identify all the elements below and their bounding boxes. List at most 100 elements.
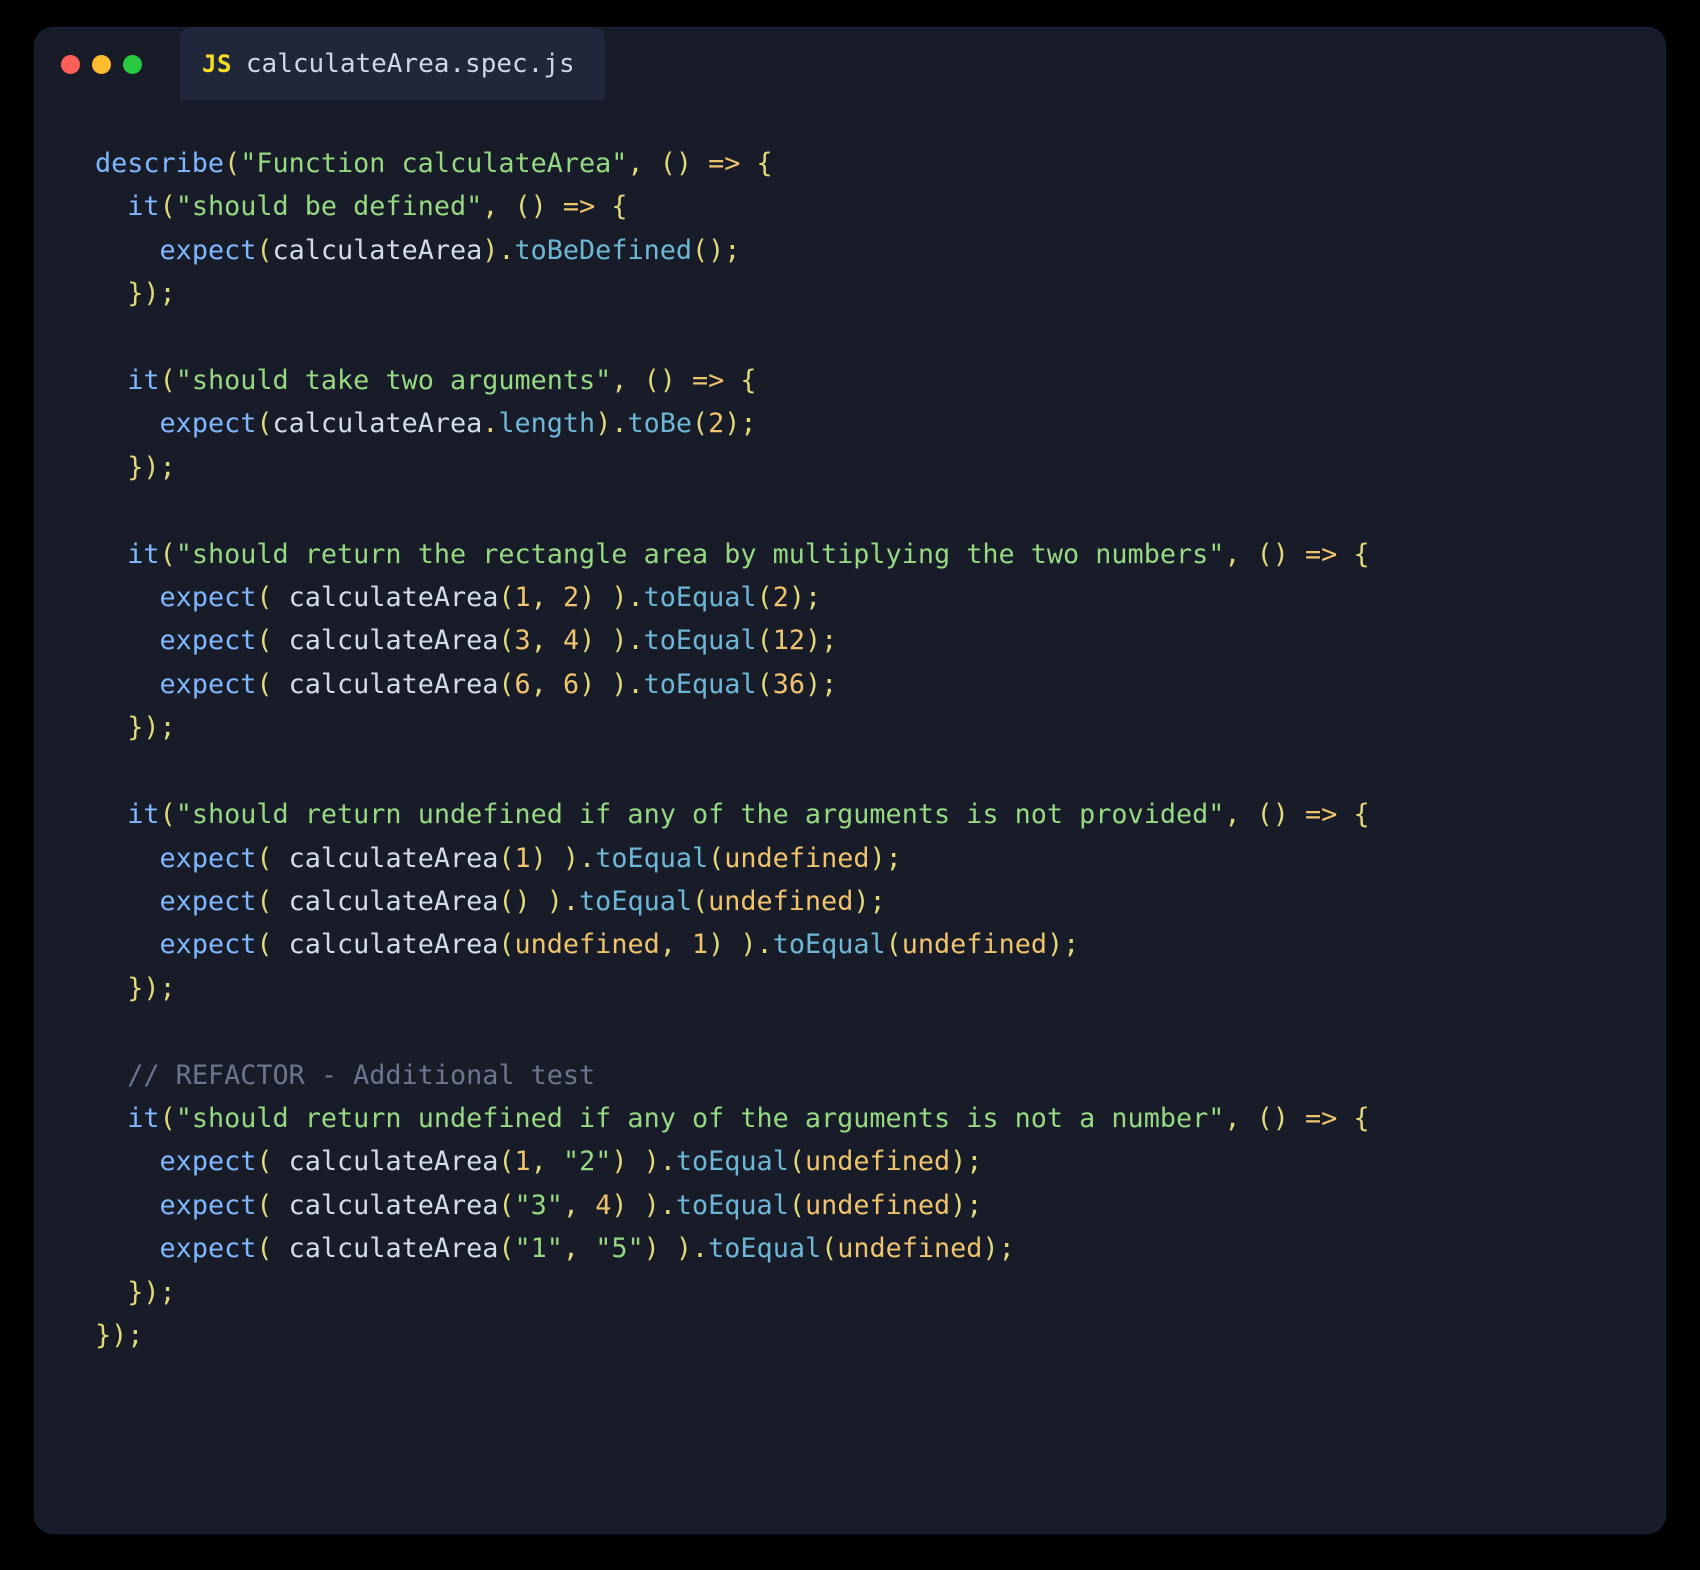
code-token: length [498,408,595,439]
code-token: it [127,539,159,570]
code-token: calculateArea [289,582,499,613]
code-token: ( [498,843,514,874]
code-token: it [127,799,159,830]
code-token: 2 [563,582,579,613]
code-token: ( [692,408,708,439]
code-token: , [531,582,563,613]
code-token: { [740,148,772,179]
code-token: "should be defined" [176,191,483,222]
code-token: ); [869,843,901,874]
code-token: , [660,929,692,960]
code-token: undefined [708,886,853,917]
code-token: { [1337,1103,1369,1134]
file-tab-name: calculateArea.spec.js [246,49,575,79]
file-tab[interactable]: JS calculateArea.spec.js [180,28,605,100]
code-token: (); [692,235,740,266]
code-token: toEqual [579,886,692,917]
code-token: 1 [692,929,708,960]
code-token: "1" [515,1233,563,1264]
code-token: toEqual [644,669,757,700]
code-token: 1 [515,1146,531,1177]
code-token: ( [256,1233,288,1264]
code-token: expect [160,582,257,613]
code-token: undefined [805,1146,950,1177]
code-token: calculateArea [289,843,499,874]
close-icon[interactable] [61,55,80,74]
code-token: it [127,191,159,222]
code-token: ( [256,625,288,656]
code-token: }); [127,278,175,309]
maximize-icon[interactable] [123,55,142,74]
code-token: undefined [724,843,869,874]
code-token: { [595,191,627,222]
code-token: => [1305,1103,1337,1134]
code-token: ( [821,1233,837,1264]
code-token: , [563,1233,595,1264]
code-token: 4 [595,1190,611,1221]
titlebar: JS calculateArea.spec.js [35,28,1665,100]
code-token: calculateArea [273,408,483,439]
code-token: ( [256,1190,288,1221]
code-token: "should return the rectangle area by mul… [176,539,1225,570]
code-token: , () [611,365,692,396]
code-token: "should return undefined if any of the a… [176,799,1225,830]
code-token: "should return undefined if any of the a… [176,1103,1225,1134]
code-token: "2" [563,1146,611,1177]
code-token: => [1305,539,1337,570]
code-token: ) ). [531,843,596,874]
code-token: ) ). [579,625,644,656]
code-token: ( [757,582,773,613]
minimize-icon[interactable] [92,55,111,74]
code-token: 4 [563,625,579,656]
code-token: { [724,365,756,396]
code-token: , () [1224,539,1305,570]
code-token: 2 [773,582,789,613]
code-token: ( [224,148,240,179]
code-token: undefined [805,1190,950,1221]
code-token: undefined [837,1233,982,1264]
code-token: ( [256,929,288,960]
code-token: expect [160,625,257,656]
code-token: , () [1224,1103,1305,1134]
code-token: calculateArea [273,235,483,266]
code-token: ) ). [708,929,773,960]
code-token: ); [982,1233,1014,1264]
code-token: expect [160,843,257,874]
code-token: ( [160,539,176,570]
code-token: toEqual [708,1233,821,1264]
code-token: { [1337,799,1369,830]
code-token: => [692,365,724,396]
code-token: }); [127,452,175,483]
code-token: , [531,625,563,656]
code-token: () ). [498,886,579,917]
code-token: ) ). [579,582,644,613]
code-token: ); [805,669,837,700]
code-token: toEqual [644,625,757,656]
code-token: ( [498,582,514,613]
code-token: toEqual [676,1190,789,1221]
code-token: "should take two arguments" [176,365,612,396]
code-token: }); [95,1320,143,1351]
code-token: ( [256,843,288,874]
code-token: calculateArea [289,1233,499,1264]
code-token: "Function calculateArea" [240,148,627,179]
code-token: 6 [563,669,579,700]
code-token: toBeDefined [515,235,692,266]
code-token: , [531,1146,563,1177]
code-token: ( [160,191,176,222]
code-token: 6 [515,669,531,700]
code-token: ); [950,1190,982,1221]
code-editor[interactable]: describe("Function calculateArea", () =>… [35,100,1665,1533]
window-controls [61,55,142,74]
code-token: expect [160,669,257,700]
code-token: ); [724,408,756,439]
code-token: ( [498,1190,514,1221]
code-token: calculateArea [289,929,499,960]
code-token: ) ). [644,1233,709,1264]
code-token: undefined [515,929,660,960]
code-token: ( [757,625,773,656]
code-token: calculateArea [289,1190,499,1221]
code-token: ( [256,408,272,439]
code-token: ( [498,929,514,960]
code-token: ( [708,843,724,874]
